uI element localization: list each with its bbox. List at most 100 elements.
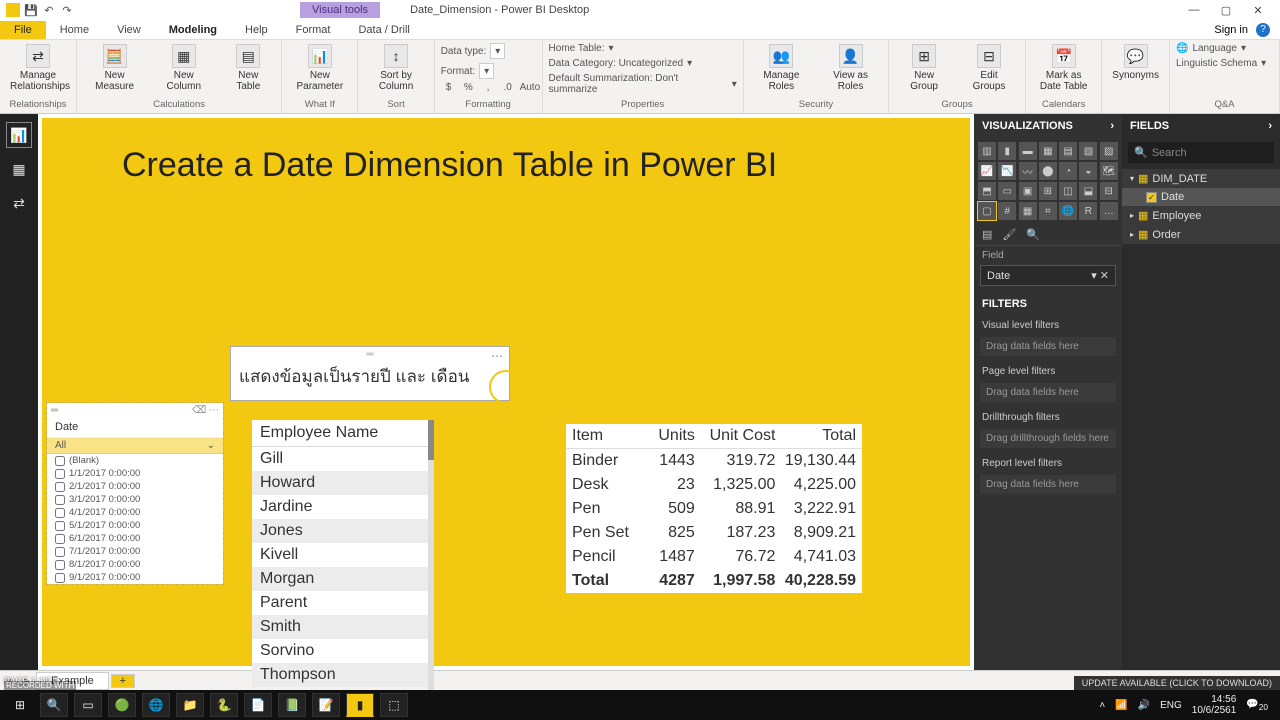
- save-icon[interactable]: 💾: [24, 3, 38, 17]
- more-options-icon[interactable]: ⋯: [491, 349, 503, 363]
- tray-network-icon[interactable]: 📶: [1115, 700, 1127, 711]
- fields-table-node[interactable]: ▾▦DIM_DATE: [1122, 169, 1280, 188]
- sign-in-link[interactable]: Sign in: [1214, 24, 1248, 36]
- viz-type-button[interactable]: ▦: [1019, 202, 1037, 220]
- slicer-item[interactable]: 9/1/2017 0:00:00: [47, 571, 223, 584]
- update-banner[interactable]: UPDATE AVAILABLE (CLICK TO DOWNLOAD): [1074, 676, 1280, 690]
- viz-type-button[interactable]: ▣: [1019, 182, 1037, 200]
- language-dropdown[interactable]: 🌐 Language ▾: [1176, 42, 1273, 55]
- tray-language[interactable]: ENG: [1160, 700, 1182, 711]
- taskbar-app[interactable]: 🟢: [108, 693, 136, 717]
- table-row[interactable]: Pen50988.913,222.91: [566, 497, 862, 521]
- viz-type-button[interactable]: 🌐: [1059, 202, 1077, 220]
- viz-type-button[interactable]: ◔: [1059, 162, 1077, 180]
- minimize-button[interactable]: —: [1184, 4, 1204, 17]
- redo-icon[interactable]: ↷: [60, 3, 74, 17]
- tray-clock[interactable]: 14:56 10/6/2561: [1192, 694, 1237, 716]
- new-table-button[interactable]: ▤New Table: [221, 42, 275, 94]
- employee-table-visual[interactable]: Employee Name GillHowardJardineJonesKive…: [252, 420, 428, 687]
- analytics-tab-icon[interactable]: 🔍: [1026, 228, 1040, 241]
- viz-type-button[interactable]: 🗺: [1100, 162, 1118, 180]
- taskbar-app[interactable]: 📁: [176, 693, 204, 717]
- new-column-button[interactable]: ▦New Column: [152, 42, 215, 94]
- report-canvas[interactable]: Create a Date Dimension Table in Power B…: [42, 118, 970, 666]
- slicer-item[interactable]: 2/1/2017 0:00:00: [47, 480, 223, 493]
- sort-by-column-button[interactable]: ↕Sort by Column: [364, 42, 427, 94]
- viz-type-button[interactable]: ⬤: [1039, 162, 1057, 180]
- taskbar-app[interactable]: 🐍: [210, 693, 238, 717]
- drag-handle-icon[interactable]: ═: [51, 405, 58, 416]
- linguistic-schema-dropdown[interactable]: Linguistic Schema ▾: [1176, 57, 1273, 70]
- slicer-checkbox[interactable]: [55, 508, 65, 518]
- fields-table-node[interactable]: ▸▦Employee: [1122, 206, 1280, 225]
- slicer-all-row[interactable]: All⌄: [47, 438, 223, 454]
- slicer-checkbox[interactable]: [55, 560, 65, 570]
- viz-type-button[interactable]: #: [998, 202, 1016, 220]
- slicer-item[interactable]: 7/1/2017 0:00:00: [47, 545, 223, 558]
- tab-home[interactable]: Home: [46, 21, 103, 39]
- tab-help[interactable]: Help: [231, 21, 282, 39]
- scrollbar[interactable]: [428, 420, 434, 720]
- drillthrough-dropzone[interactable]: Drag drillthrough fields here: [980, 429, 1116, 448]
- table-row[interactable]: Desk231,325.004,225.00: [566, 473, 862, 497]
- table-row[interactable]: Pencil148776.724,741.03: [566, 545, 862, 569]
- taskbar-app[interactable]: 📝: [312, 693, 340, 717]
- slicer-item[interactable]: (Blank): [47, 454, 223, 467]
- taskbar-powerbi[interactable]: ▮: [346, 693, 374, 717]
- viz-type-button[interactable]: 〰: [1019, 162, 1037, 180]
- table-row[interactable]: Jardine: [252, 495, 428, 519]
- fields-table-node[interactable]: ▸▦Order: [1122, 225, 1280, 244]
- table-row[interactable]: Thompson: [252, 663, 428, 687]
- items-table-visual[interactable]: Item Units Unit Cost Total Binder1443319…: [566, 424, 862, 593]
- viz-type-button[interactable]: ⬓: [1079, 182, 1097, 200]
- slicer-checkbox[interactable]: [55, 534, 65, 544]
- table-row[interactable]: Morgan: [252, 567, 428, 591]
- collapse-icon[interactable]: ›: [1268, 120, 1272, 132]
- comma-icon[interactable]: ,: [480, 82, 496, 93]
- slicer-checkbox[interactable]: [55, 521, 65, 531]
- viz-type-button[interactable]: ▤: [1059, 142, 1077, 160]
- table-row[interactable]: Sorvino: [252, 639, 428, 663]
- textbox-visual[interactable]: ═ ⋯ แสดงข้อมูลเป็นรายปี และ เดือน: [230, 346, 510, 401]
- date-slicer-visual[interactable]: ═ ⌫ ⋯ Date All⌄ (Blank)1/1/2017 0:00:002…: [46, 402, 224, 585]
- new-group-button[interactable]: ⊞New Group: [895, 42, 953, 94]
- format-tab-icon[interactable]: 🖌: [1002, 228, 1016, 241]
- model-view-button[interactable]: ⇄: [6, 190, 32, 216]
- slicer-checkbox[interactable]: [55, 573, 65, 583]
- viz-type-button[interactable]: ⬒: [978, 182, 996, 200]
- viz-type-button[interactable]: ▧: [1079, 142, 1097, 160]
- tray-notifications[interactable]: 💬20: [1246, 699, 1268, 712]
- data-type-dropdown[interactable]: ▾: [490, 43, 505, 59]
- report-filters-dropzone[interactable]: Drag data fields here: [980, 475, 1116, 494]
- decimals-icon[interactable]: .0: [500, 82, 516, 93]
- slicer-checkbox[interactable]: [55, 456, 65, 466]
- page-filters-dropzone[interactable]: Drag data fields here: [980, 383, 1116, 402]
- slicer-item[interactable]: 4/1/2017 0:00:00: [47, 506, 223, 519]
- table-row[interactable]: Smith: [252, 615, 428, 639]
- more-options-icon[interactable]: ⋯: [209, 405, 219, 416]
- start-button[interactable]: ⊞: [6, 693, 34, 717]
- search-button[interactable]: 🔍: [40, 693, 68, 717]
- viz-type-button[interactable]: ◫: [1059, 182, 1077, 200]
- viz-type-button[interactable]: ▬: [1019, 142, 1037, 160]
- viz-type-button[interactable]: …: [1100, 202, 1118, 220]
- remove-field-icon[interactable]: ✕: [1100, 270, 1109, 282]
- viz-type-button[interactable]: 📉: [998, 162, 1016, 180]
- tray-volume-icon[interactable]: 🔊: [1138, 700, 1150, 711]
- slicer-item[interactable]: 3/1/2017 0:00:00: [47, 493, 223, 506]
- add-page-button[interactable]: +: [111, 674, 135, 688]
- viz-type-button[interactable]: ▦: [1039, 142, 1057, 160]
- tab-modeling[interactable]: Modeling: [155, 21, 231, 39]
- fields-tab-icon[interactable]: ▤: [982, 228, 992, 241]
- taskbar-app[interactable]: 📄: [244, 693, 272, 717]
- viz-type-button[interactable]: ⊟: [1100, 182, 1118, 200]
- table-row[interactable]: Gill: [252, 447, 428, 471]
- table-row[interactable]: Binder1443319.7219,130.44: [566, 449, 862, 473]
- slicer-item[interactable]: 5/1/2017 0:00:00: [47, 519, 223, 532]
- home-table-dropdown[interactable]: Home Table: ▾: [549, 42, 737, 55]
- tab-format[interactable]: Format: [282, 21, 345, 39]
- table-row[interactable]: Parent: [252, 591, 428, 615]
- table-row[interactable]: Jones: [252, 519, 428, 543]
- slicer-item[interactable]: 6/1/2017 0:00:00: [47, 532, 223, 545]
- help-icon[interactable]: ?: [1256, 23, 1270, 37]
